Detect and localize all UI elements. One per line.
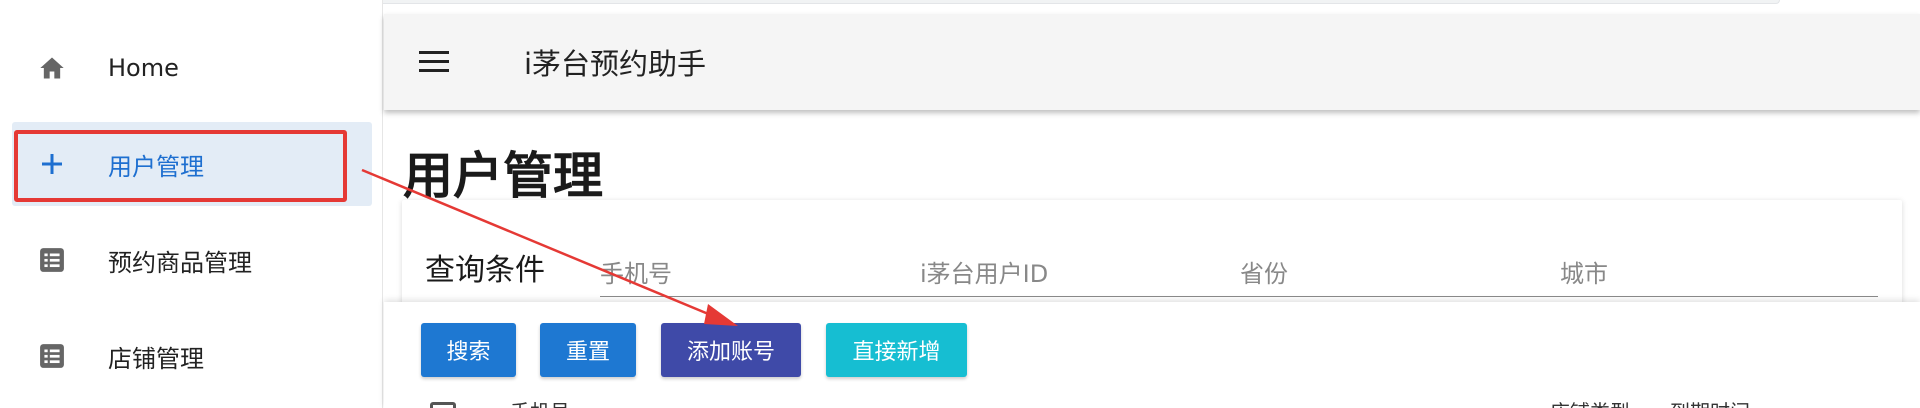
imoutai-user-id-field[interactable]: i茅台用户ID — [920, 254, 1048, 289]
province-field[interactable]: 省份 — [1240, 254, 1288, 289]
list-icon — [12, 343, 92, 369]
app-bar: i茅台预约助手 — [384, 14, 1920, 110]
sidebar-item-label: 预约商品管理 — [108, 248, 252, 277]
page-title: 用户管理 — [403, 147, 603, 205]
annotation-highlight-box — [14, 130, 347, 202]
city-field[interactable]: 城市 — [1560, 254, 1608, 289]
hamburger-icon — [419, 51, 449, 72]
sidebar-item-home[interactable]: Home — [12, 26, 372, 110]
sidebar: Home 用户管理 预约商品管理 店铺管理 — [0, 0, 383, 408]
list-icon — [12, 247, 92, 273]
query-section-title: 查询条件 — [425, 253, 545, 288]
table-header-cell: 到期时间 — [1670, 396, 1750, 408]
app-title: i茅台预约助手 — [524, 47, 707, 81]
home-icon — [12, 55, 92, 81]
direct-add-button[interactable]: 直接新增 — [826, 323, 967, 377]
table-header-row: 手机号 店铺类型 到期时间 — [430, 396, 1900, 408]
sidebar-item-label: 店铺管理 — [108, 344, 204, 373]
sidebar-item-product-management[interactable]: 预约商品管理 — [12, 218, 372, 302]
sidebar-item-store-management[interactable]: 店铺管理 — [12, 314, 372, 398]
search-button[interactable]: 搜索 — [421, 323, 516, 377]
sidebar-item-label: Home — [108, 54, 179, 82]
add-account-button[interactable]: 添加账号 — [661, 323, 801, 377]
phone-field[interactable]: 手机号 — [600, 254, 672, 289]
input-underline — [600, 296, 1878, 297]
table-header-cell: 手机号 — [510, 396, 570, 408]
menu-button[interactable] — [394, 32, 474, 92]
browser-address-strip — [190, 0, 1780, 4]
reset-button[interactable]: 重置 — [540, 323, 636, 377]
table-header-cell: 店铺类型 — [1550, 396, 1630, 408]
select-all-checkbox[interactable] — [430, 402, 456, 408]
